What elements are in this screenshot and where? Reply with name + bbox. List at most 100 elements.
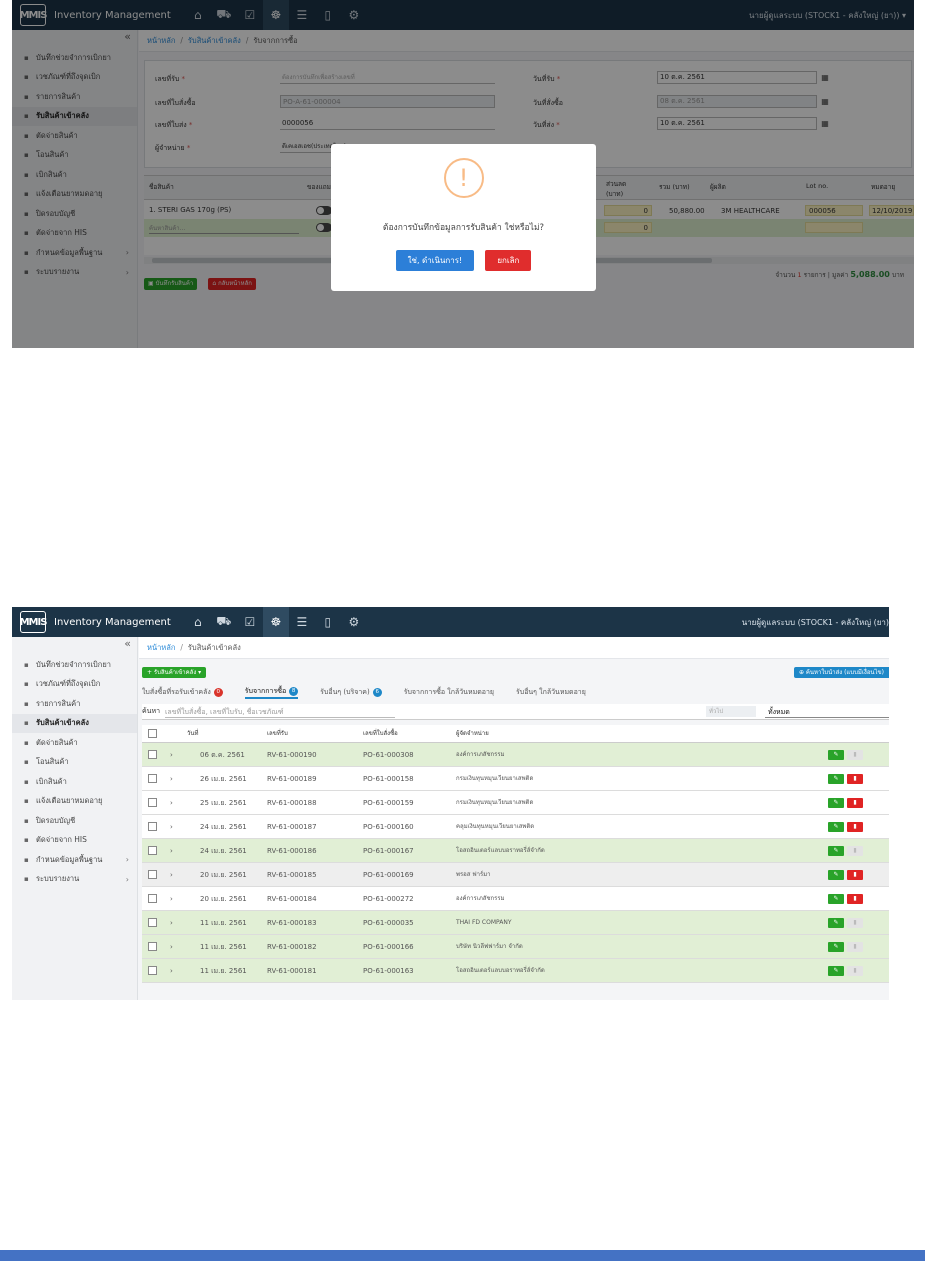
pill-icon: ▪ bbox=[24, 680, 29, 689]
top-navbar: MMIS Inventory Management ⌂ ⛟ ☑ ☸ ☰ ▯ ⚙ … bbox=[12, 607, 889, 637]
sidebar-item-label: เบิกสินค้า bbox=[36, 776, 67, 786]
row-checkbox[interactable] bbox=[148, 942, 157, 951]
tab-label: รับอื่นๆ (บริจาค) bbox=[320, 687, 370, 696]
table-row[interactable]: › 20 เม.ย. 2561 RV-61-000185 PO-61-000169 พร… bbox=[142, 863, 889, 887]
edit-icon[interactable]: ✎ bbox=[828, 798, 844, 808]
row-checkbox[interactable] bbox=[148, 822, 157, 831]
cancel-button[interactable]: ยกเลิก bbox=[485, 250, 532, 271]
edit-icon[interactable]: ✎ bbox=[828, 750, 844, 760]
sidebar-item[interactable]: ▪ ตัดจ่ายจาก HIS bbox=[12, 831, 137, 851]
expand-chevron-icon[interactable]: › bbox=[170, 935, 173, 959]
expand-chevron-icon[interactable]: › bbox=[170, 887, 173, 911]
col-receipt-no: เลขที่รับ bbox=[267, 730, 288, 737]
add-receive-button[interactable]: + รับสินค้าเข้าคลัง ▾ bbox=[142, 667, 207, 678]
edit-icon[interactable]: ✎ bbox=[828, 918, 844, 928]
delete-icon[interactable]: ▮ bbox=[847, 870, 863, 880]
table-header: วันที่ เลขที่รับ เลขที่ใบสั่งซื้อ ผู้จัด… bbox=[142, 725, 889, 743]
delete-icon[interactable]: ▮ bbox=[847, 894, 863, 904]
settings-icon[interactable]: ⚙ bbox=[341, 607, 367, 637]
sidebar-item[interactable]: ▪ แจ้งเตือนยาหมดอายุ bbox=[12, 792, 137, 812]
advanced-search-button[interactable]: ⊕ ค้นหาใบนำส่ง (แบบมีเงื่อนไข) bbox=[793, 667, 889, 678]
row-checkbox[interactable] bbox=[148, 918, 157, 927]
sidebar-item[interactable]: ▪ ระบบรายงาน › bbox=[12, 870, 137, 890]
database-icon[interactable]: ☰ bbox=[289, 607, 315, 637]
tab[interactable]: รับอื่นๆ ใกล้วันหมดอายุ bbox=[516, 685, 586, 699]
checklist-icon[interactable]: ☑ bbox=[237, 607, 263, 637]
row-checkbox[interactable] bbox=[148, 750, 157, 759]
expand-chevron-icon[interactable]: › bbox=[170, 743, 173, 767]
edit-icon[interactable]: ✎ bbox=[828, 870, 844, 880]
row-date: 11 เม.ย. 2561 bbox=[200, 967, 247, 975]
tab[interactable]: รับจากการซื้อ 8 bbox=[244, 685, 299, 699]
row-vendor: กรมเงินทุนหมุนเวียนยาเสพติด bbox=[456, 799, 534, 806]
tab-label: รับจากการซื้อ ใกล้วันหมดอายุ bbox=[403, 687, 494, 696]
tab[interactable]: ใบสั่งซื้อที่รอรับเข้าคลัง 0 bbox=[142, 685, 223, 699]
edit-icon[interactable]: ✎ bbox=[828, 822, 844, 832]
edit-icon[interactable]: ✎ bbox=[828, 774, 844, 784]
receive-purchase-form-screen: MMIS Inventory Management ⌂ ⛟ ☑ ☸ ☰ ▯ ⚙ … bbox=[12, 0, 914, 348]
edit-icon[interactable]: ✎ bbox=[828, 894, 844, 904]
row-checkbox[interactable] bbox=[148, 798, 157, 807]
expand-chevron-icon[interactable]: › bbox=[170, 791, 173, 815]
tab[interactable]: รับจากการซื้อ ใกล้วันหมดอายุ bbox=[404, 685, 494, 699]
table-row[interactable]: › 11 เม.ย. 2561 RV-61-000183 PO-61-000035 TH… bbox=[142, 911, 889, 935]
chevron-right-icon: › bbox=[125, 855, 129, 865]
type-filter-select[interactable]: ทั่วไป bbox=[706, 706, 756, 717]
row-checkbox[interactable] bbox=[148, 846, 157, 855]
expand-chevron-icon[interactable]: › bbox=[170, 863, 173, 887]
sidebar-item[interactable]: ▪ โอนสินค้า bbox=[12, 753, 137, 773]
table-row[interactable]: › 25 เม.ย. 2561 RV-61-000188 PO-61-000159 กร… bbox=[142, 791, 889, 815]
row-receipt-no: RV-61-000189 bbox=[267, 775, 317, 783]
table-row[interactable]: › 24 เม.ย. 2561 RV-61-000186 PO-61-000167 โอ… bbox=[142, 839, 889, 863]
table-row[interactable]: › 11 เม.ย. 2561 RV-61-000182 PO-61-000166 บร… bbox=[142, 935, 889, 959]
row-checkbox[interactable] bbox=[148, 966, 157, 975]
row-receipt-no: RV-61-000184 bbox=[267, 895, 317, 903]
status-filter-select[interactable]: ทั้งหมด bbox=[765, 706, 889, 718]
expand-chevron-icon[interactable]: › bbox=[170, 959, 173, 983]
expand-chevron-icon[interactable]: › bbox=[170, 767, 173, 791]
table-row[interactable]: › 24 เม.ย. 2561 RV-61-000187 PO-61-000160 คล… bbox=[142, 815, 889, 839]
table-row[interactable]: › 20 เม.ย. 2561 RV-61-000184 PO-61-000272 อง… bbox=[142, 887, 889, 911]
user-menu[interactable]: นายผู้ดูแลระบบ (STOCK1 - คลังใหญ่ (ยา) bbox=[742, 616, 889, 629]
expand-chevron-icon[interactable]: › bbox=[170, 839, 173, 863]
table-row[interactable]: › 06 ต.ค. 2561 RV-61-000190 PO-61-000308 องค… bbox=[142, 743, 889, 767]
row-date: 24 เม.ย. 2561 bbox=[200, 847, 247, 855]
search-input[interactable]: เลขที่ใบสั่งซื้อ, เลขที่ใบรับ, ชื่อเวชภั… bbox=[165, 706, 396, 718]
cart-icon[interactable]: ⛟ bbox=[211, 607, 237, 637]
sidebar-item[interactable]: ▪ รับสินค้าเข้าคลัง bbox=[12, 713, 137, 733]
sidebar-item[interactable]: ▪ ตัดจ่ายสินค้า bbox=[12, 733, 137, 753]
sidebar-item-label: โอนสินค้า bbox=[36, 757, 69, 767]
medicine-icon[interactable]: ☸ bbox=[262, 607, 289, 637]
sidebar-item[interactable]: ▪ บันทึกช่วยจำการเบิกยา bbox=[12, 655, 137, 675]
document-icon[interactable]: ▯ bbox=[315, 607, 341, 637]
sidebar-item[interactable]: ▪ เบิกสินค้า bbox=[12, 772, 137, 792]
breadcrumb-home[interactable]: หน้าหลัก bbox=[147, 642, 175, 654]
confirm-button[interactable]: ใช่, ดำเนินการ! bbox=[395, 250, 475, 271]
sidebar-item[interactable]: ▪ เวชภัณฑ์ที่ถึงจุดเบิก bbox=[12, 675, 137, 695]
expand-chevron-icon[interactable]: › bbox=[170, 815, 173, 839]
home-icon[interactable]: ⌂ bbox=[185, 607, 211, 637]
row-checkbox[interactable] bbox=[148, 774, 157, 783]
sidebar-item[interactable]: ▪ ปิดรอบบัญชี bbox=[12, 811, 137, 831]
gear-icon: ▪ bbox=[24, 855, 29, 864]
edit-icon[interactable]: ✎ bbox=[828, 846, 844, 856]
tab[interactable]: รับอื่นๆ (บริจาค) 6 bbox=[320, 685, 382, 699]
table-row[interactable]: › 26 เม.ย. 2561 RV-61-000189 PO-61-000158 กร… bbox=[142, 767, 889, 791]
row-checkbox[interactable] bbox=[148, 894, 157, 903]
delete-icon: ▮ bbox=[847, 750, 863, 760]
col-vendor: ผู้จัดจำหน่าย bbox=[456, 730, 489, 737]
sidebar-item[interactable]: ▪ รายการสินค้า bbox=[12, 694, 137, 714]
delete-icon[interactable]: ▮ bbox=[847, 798, 863, 808]
select-all-checkbox[interactable] bbox=[148, 729, 157, 738]
edit-icon[interactable]: ✎ bbox=[828, 942, 844, 952]
table-row[interactable]: › 11 เม.ย. 2561 RV-61-000181 PO-61-000163 โอ… bbox=[142, 959, 889, 983]
sidebar-collapse-button[interactable]: « bbox=[12, 637, 137, 655]
delete-icon[interactable]: ▮ bbox=[847, 774, 863, 784]
delete-icon[interactable]: ▮ bbox=[847, 822, 863, 832]
row-checkbox[interactable] bbox=[148, 870, 157, 879]
edit-icon[interactable]: ✎ bbox=[828, 966, 844, 976]
tab-label: รับจากการซื้อ bbox=[244, 686, 287, 695]
row-date: 06 ต.ค. 2561 bbox=[200, 751, 245, 759]
sidebar-item[interactable]: ▪ กำหนดข้อมูลพื้นฐาน › bbox=[12, 850, 137, 870]
expand-chevron-icon[interactable]: › bbox=[170, 911, 173, 935]
